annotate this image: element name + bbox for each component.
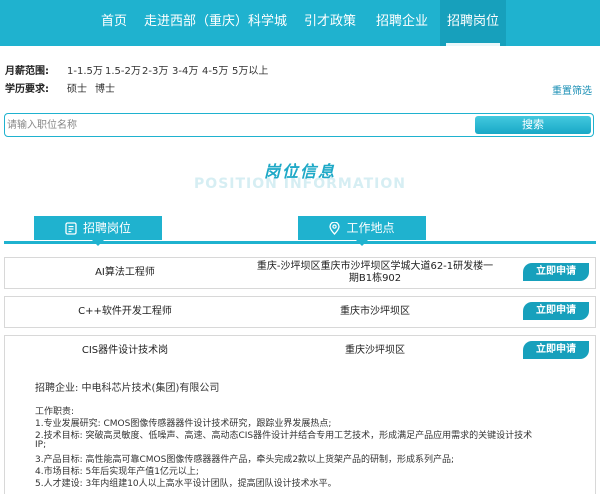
section-title: 岗位信息: [263, 162, 336, 181]
nav-item-companies[interactable]: 招聘企业: [369, 0, 435, 46]
column-header-location-label: 工作地点: [346, 221, 395, 235]
document-icon: [65, 222, 77, 235]
nav-item-home[interactable]: 首页: [90, 0, 138, 46]
apply-button[interactable]: 立即申请: [523, 341, 589, 359]
apply-button[interactable]: 立即申请: [523, 302, 589, 320]
job-duty-line: IP;: [35, 440, 47, 450]
education-option[interactable]: 硕士: [67, 82, 87, 98]
education-filter-label: 学历要求:: [5, 84, 49, 95]
salary-filter-label: 月薪范围:: [5, 66, 49, 77]
reset-filters-link[interactable]: 重置筛选: [552, 82, 592, 97]
nav-item-science-city[interactable]: 走进西部（重庆）科学城: [143, 0, 288, 46]
salary-option[interactable]: 3-4万: [172, 64, 198, 80]
job-duty-line: 2.技术目标: 突破高灵敏度、低噪声、高速、高动态CIS器件设计并结合专用工艺技…: [35, 431, 533, 441]
nav-item-positions[interactable]: 招聘岗位: [440, 0, 506, 46]
job-company: 招聘企业: 中电科芯片技术(集团)有限公司: [35, 383, 220, 394]
apply-button[interactable]: 立即申请: [523, 263, 589, 281]
salary-option[interactable]: 1.5-2万: [105, 64, 141, 80]
job-location: 重庆沙坪坝区: [345, 345, 405, 356]
location-pin-icon: [329, 221, 341, 235]
search-input[interactable]: [7, 116, 467, 134]
salary-filter: 月薪范围: 1-1.5万 1.5-2万 2-3万 3-4万 4-5万 5万以上: [5, 64, 305, 80]
job-location: 重庆市沙坪坝区: [340, 306, 410, 317]
job-duty-line: 5.人才建设: 3年内组建10人以上高水平设计团队，提高团队设计技术水平。: [35, 479, 337, 489]
nav-item-talent-policy[interactable]: 引才政策: [297, 0, 363, 46]
job-location: 重庆-沙坪坝区重庆市沙坪坝区学城大道62-1研发楼一期B1栋902: [256, 261, 494, 284]
search-button[interactable]: 搜索: [475, 116, 591, 134]
job-row[interactable]: AI算法工程师 重庆-沙坪坝区重庆市沙坪坝区学城大道62-1研发楼一期B1栋90…: [4, 257, 596, 289]
education-filter: 学历要求: 硕士 博士: [5, 82, 205, 98]
job-details-panel: 招聘企业: 中电科芯片技术(集团)有限公司 工作职责: 1.专业发展研究: CM…: [4, 366, 596, 494]
job-row[interactable]: CIS器件设计技术岗 重庆沙坪坝区 立即申请: [4, 335, 596, 367]
job-row[interactable]: C++软件开发工程师 重庆市沙坪坝区 立即申请: [4, 296, 596, 328]
top-nav: 首页 走进西部（重庆）科学城 引才政策 招聘企业 招聘岗位: [0, 0, 600, 46]
salary-option[interactable]: 1-1.5万: [67, 64, 103, 80]
job-title[interactable]: C++软件开发工程师: [5, 297, 245, 327]
job-title[interactable]: AI算法工程师: [5, 258, 245, 288]
header-divider: [4, 241, 596, 244]
salary-option[interactable]: 2-3万: [142, 64, 168, 80]
education-option[interactable]: 博士: [95, 82, 115, 98]
column-header-position-label: 招聘岗位: [82, 221, 131, 235]
job-title[interactable]: CIS器件设计技术岗: [5, 336, 245, 366]
salary-option[interactable]: 5万以上: [232, 64, 268, 80]
column-header-position: 招聘岗位: [34, 216, 162, 246]
column-header-location: 工作地点: [298, 216, 426, 246]
salary-option[interactable]: 4-5万: [202, 64, 228, 80]
search-bar: 搜索: [4, 113, 594, 137]
